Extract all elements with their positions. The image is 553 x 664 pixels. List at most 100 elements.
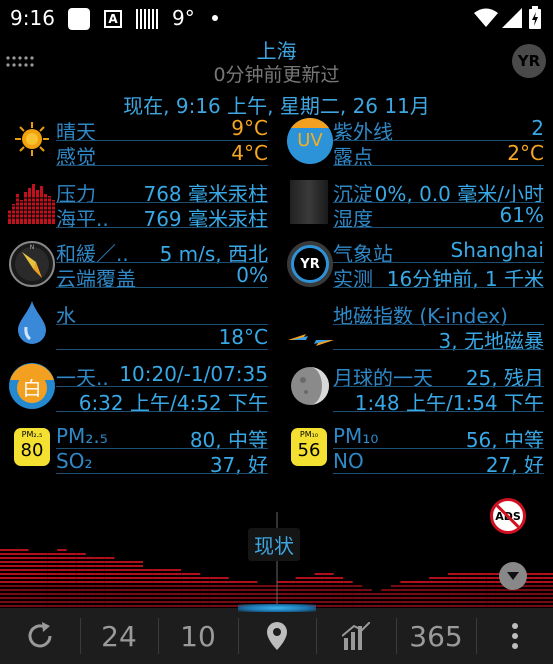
ads-button[interactable]: ADS	[490, 498, 526, 534]
left-row-5-1-label: SO₂	[56, 449, 93, 473]
refresh-icon	[28, 622, 52, 648]
graph-bar	[295, 577, 306, 607]
graph-bar	[143, 569, 153, 607]
status-temp: 9°	[172, 6, 195, 30]
now-label-text: 现状	[254, 534, 294, 558]
yr-logo-icon[interactable]: YR	[512, 44, 546, 78]
right-row-5-1-underline	[333, 473, 544, 474]
graph-bar	[390, 585, 401, 607]
graph-bar	[448, 573, 458, 607]
signal-icon	[502, 8, 522, 28]
graph-bar	[171, 569, 182, 607]
battery-icon	[529, 6, 541, 29]
left-row-1-1-underline	[56, 227, 268, 228]
pressure-chart-icon	[8, 184, 56, 224]
station-icon: YR	[287, 241, 333, 287]
uv-icon: UV	[287, 118, 333, 164]
right-row-2-1-underline	[333, 287, 544, 288]
graph-bar	[429, 577, 439, 607]
graph-bar	[104, 557, 115, 607]
graph-bar	[9, 549, 19, 607]
left-row-4-0-value: 10:20/-1/07:35	[119, 362, 268, 386]
updated-text: 0分钟前更新过	[213, 64, 340, 86]
graph-bar	[162, 569, 172, 607]
graph-bar	[19, 549, 29, 607]
barcode-icon	[136, 9, 158, 29]
graph-bar	[200, 577, 210, 607]
left-row-0-0-value: 9°C	[231, 116, 268, 140]
graph-icon	[342, 622, 370, 650]
days-10-button[interactable]: 10	[158, 608, 238, 664]
graph-bar	[190, 573, 201, 607]
hours-24-button[interactable]: 24	[80, 608, 158, 664]
graph-bar	[133, 561, 143, 607]
chevron-down-icon	[507, 572, 519, 580]
graph-bar	[228, 581, 239, 607]
graph-bar	[95, 557, 105, 607]
left-row-5-1-underline	[56, 473, 268, 474]
graph-bar	[38, 553, 48, 607]
left-row-4-1-underline	[56, 411, 268, 412]
graph-button[interactable]	[316, 608, 396, 664]
graph-bar	[76, 553, 86, 607]
pm25-icon: PM₂.₅ 80	[14, 428, 50, 466]
graph-bar	[333, 577, 344, 607]
bottom-nav: 24 10 365	[0, 604, 553, 664]
graph-bar	[324, 573, 334, 607]
refresh-button[interactable]	[0, 608, 80, 664]
pm25-badge-label: PM₂.₅	[21, 430, 43, 439]
graph-bar	[305, 577, 315, 607]
right-row-1-1-underline	[333, 227, 544, 228]
left-row-2-1-underline	[56, 287, 268, 288]
graph-bar	[219, 577, 229, 607]
graph-bar	[47, 553, 58, 607]
right-row-1-1-value: 61%	[499, 203, 544, 227]
yr-logo-text: YR	[517, 52, 541, 70]
water-drop-icon	[18, 301, 46, 344]
days-365-button[interactable]: 365	[396, 608, 476, 664]
right-row-2-0-value: Shanghai	[450, 238, 545, 262]
wifi-icon	[474, 8, 498, 27]
left-row-5-0-label: PM₂.₅	[56, 424, 108, 448]
right-row-5-0-label: PM₁₀	[333, 424, 379, 448]
location-button[interactable]	[238, 608, 316, 664]
now-label[interactable]: 现状	[248, 528, 300, 561]
dot-icon	[212, 15, 218, 21]
location-pin-icon	[267, 622, 287, 650]
right-row-0-1-value: 2°C	[507, 141, 544, 165]
svg-text:N: N	[30, 244, 35, 251]
graph-bar	[352, 585, 363, 607]
graph-bar	[381, 589, 391, 607]
right-row-3-1-underline	[333, 349, 544, 350]
graph-bar	[533, 573, 544, 607]
kindex-icon	[288, 334, 334, 346]
expand-button[interactable]	[499, 562, 527, 590]
graph-bar	[314, 573, 325, 607]
right-row-5-1-label: NO	[333, 449, 364, 473]
sun-icon	[15, 122, 49, 156]
graph-bar	[467, 573, 477, 607]
compass-icon: N	[9, 241, 55, 287]
pm25-badge-value: 80	[20, 440, 44, 461]
graph-bar	[419, 581, 429, 607]
graph-bar	[181, 573, 191, 607]
precipitation-icon	[290, 180, 328, 224]
day-icon: 白	[9, 363, 55, 409]
left-row-2-1-value: 0%	[236, 263, 268, 287]
left-row-0-1-value: 4°C	[231, 141, 268, 165]
graph-bar	[371, 593, 382, 607]
pm10-badge-value: 56	[297, 440, 321, 461]
right-row-0-0-value: 2	[531, 116, 544, 140]
graph-bar	[152, 569, 163, 607]
graph-bar	[123, 561, 134, 607]
status-bar: 9:16 A 9°	[0, 0, 553, 36]
graph-bar	[28, 553, 39, 607]
graph-bar	[438, 577, 449, 607]
more-vert-icon	[511, 623, 518, 649]
graph-bar	[66, 553, 77, 607]
graph-bar	[457, 573, 468, 607]
status-time: 9:16	[10, 6, 55, 30]
graph-bar	[400, 581, 410, 607]
uv-icon-text: UV	[297, 130, 323, 151]
more-options-button[interactable]	[476, 608, 553, 664]
